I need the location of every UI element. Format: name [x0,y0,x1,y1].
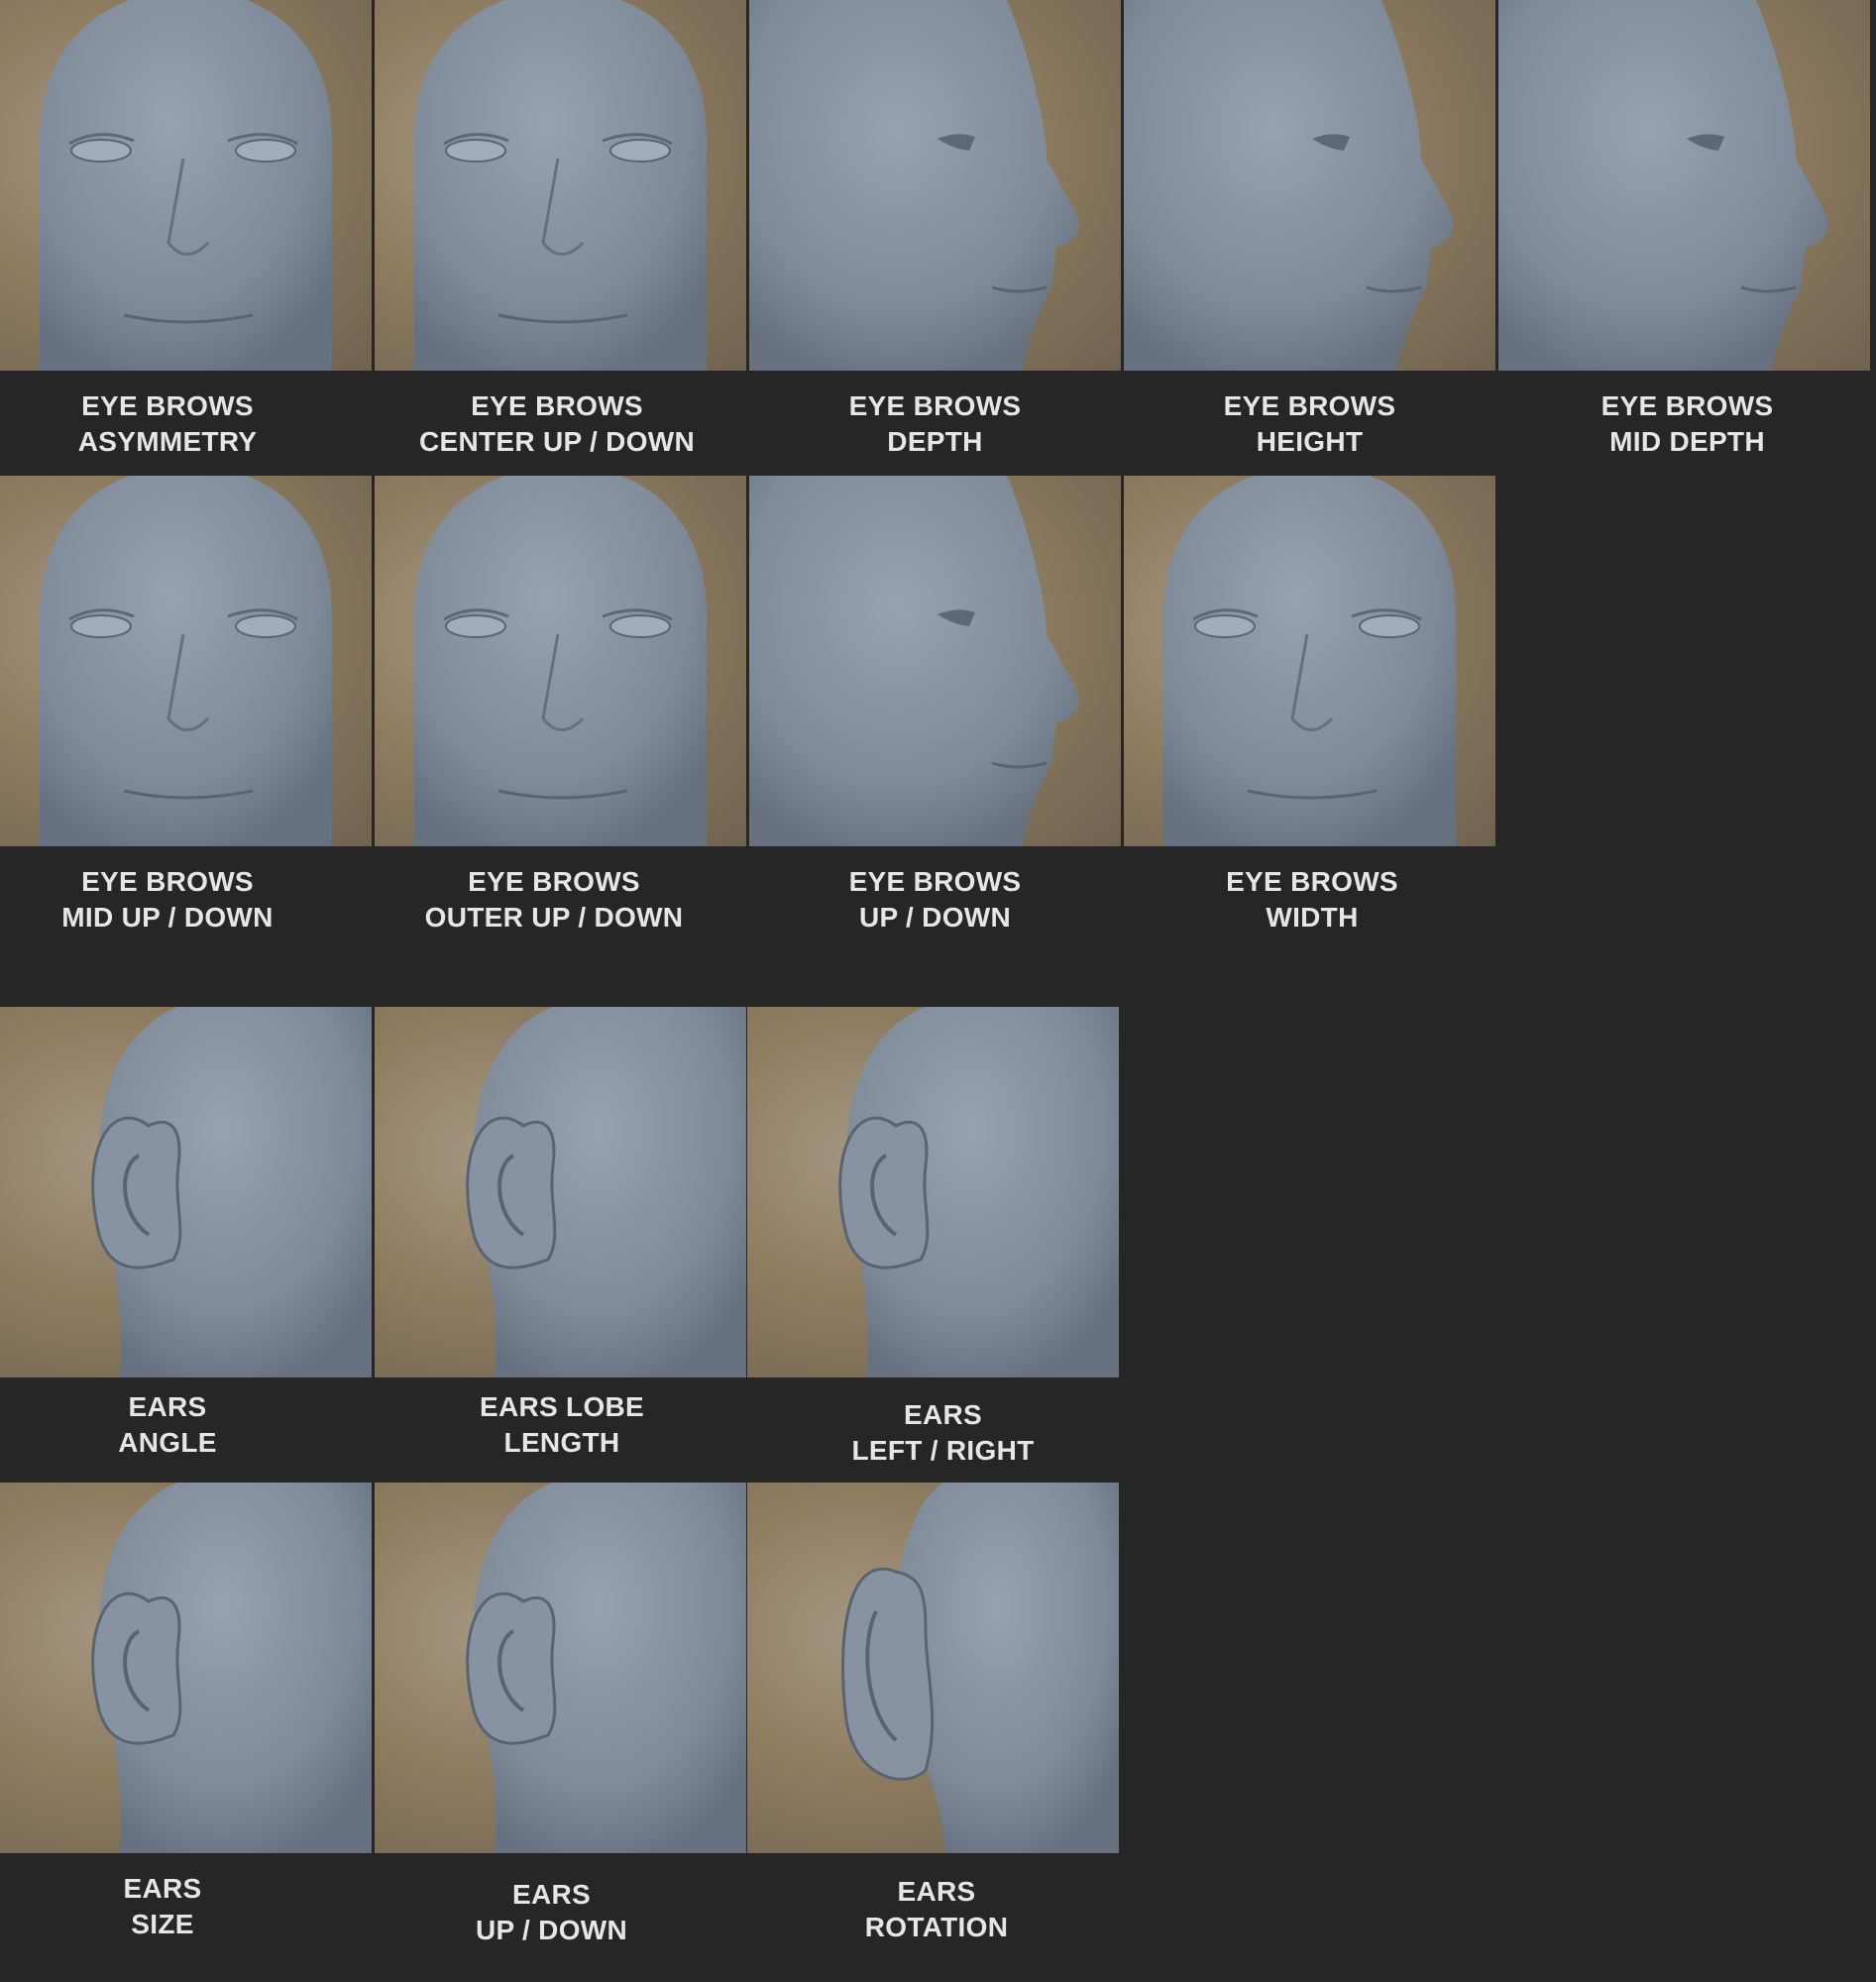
label-eyebrows-outer-up-down: EYE BROWS OUTER UP / DOWN [424,866,684,933]
ear-render [838,1007,1119,1377]
front-face-render [414,476,707,846]
tile-eyebrows-center-up-down [375,0,746,371]
label-ears-up-down: EARS UP / DOWN [475,1879,628,1945]
front-face-render [40,476,332,846]
tile-eyebrows-height [1124,0,1495,371]
tile-eyebrows-mid-depth [1498,0,1870,371]
tile-eyebrows-outer-up-down [375,476,746,846]
tile-eyebrows-mid-up-down [0,476,372,846]
side-face-render [749,0,1079,371]
tile-eyebrows-depth [749,0,1121,371]
tile-ears-up-down [375,1483,746,1853]
label-eyebrows-depth: EYE BROWS DEPTH [848,390,1022,457]
tile-eyebrows-up-down [749,476,1121,846]
ear-render [91,1483,372,1853]
ear-render [91,1007,372,1377]
ear-render [466,1007,746,1377]
label-eyebrows-width: EYE BROWS WIDTH [1226,866,1398,933]
label-eyebrows-height: EYE BROWS HEIGHT [1223,390,1396,457]
tile-ears-size [0,1483,372,1853]
label-eyebrows-center-up-down: EYE BROWS CENTER UP / DOWN [418,390,696,457]
label-ears-left-right: EARS LEFT / RIGHT [851,1399,1035,1466]
label-ears-lobe-length: EARS LOBE LENGTH [479,1391,645,1458]
label-ears-size: EARS SIZE [123,1873,202,1939]
label-eyebrows-mid-depth: EYE BROWS MID DEPTH [1600,390,1774,457]
side-face-render [1498,0,1828,371]
ear-render [466,1483,746,1853]
front-face-render [40,0,332,371]
side-face-render [749,476,1079,846]
label-ears-rotation: EARS ROTATION [864,1876,1009,1942]
side-face-render [1124,0,1454,371]
front-face-render [1163,476,1456,846]
tile-ears-left-right [747,1007,1119,1377]
ear-angled-render [841,1483,1119,1853]
tile-eyebrows-width [1124,476,1495,846]
tile-ears-lobe-length [375,1007,746,1377]
tile-eyebrows-asymmetry [0,0,372,371]
label-eyebrows-mid-up-down: EYE BROWS MID UP / DOWN [61,866,274,933]
label-eyebrows-asymmetry: EYE BROWS ASYMMETRY [77,390,258,457]
label-ears-angle: EARS ANGLE [118,1391,217,1458]
front-face-render [414,0,707,371]
label-eyebrows-up-down: EYE BROWS UP / DOWN [848,866,1022,933]
tile-ears-angle [0,1007,372,1377]
tile-ears-rotation [747,1483,1119,1853]
